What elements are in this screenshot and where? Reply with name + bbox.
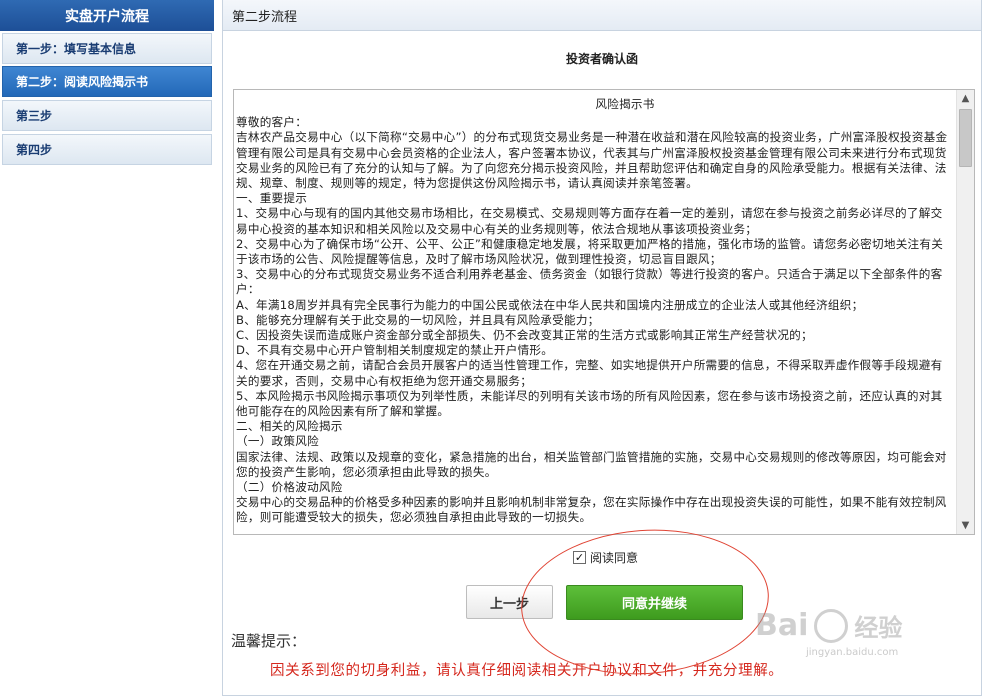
sidebar: 实盘开户流程 第一步：填写基本信息 第二步：阅读风险揭示书 第三步 第四步 — [0, 0, 214, 168]
risk-paragraph: A、年满18周岁并具有完全民事行为能力的中国公民或依法在中华人民共和国境内注册成… — [236, 297, 864, 312]
risk-paragraph: （一）政策风险 — [236, 434, 319, 449]
risk-paragraph: 3、交易中心的分布式现货交易业务不适合利用养老基金、债务资金（如银行贷款）等进行… — [236, 267, 943, 297]
risk-paragraph: 吉林农产品交易中心（以下简称“交易中心”）的分布式现货交易业务是一种潜在收益和潜… — [236, 130, 948, 191]
risk-paragraph: 二、相关的风险揭示 — [236, 419, 343, 434]
agree-checkbox[interactable]: ✓ — [573, 551, 586, 564]
vertical-scrollbar[interactable]: ▲ ▼ — [956, 90, 974, 534]
chevron-up-icon[interactable]: ▲ — [957, 90, 974, 107]
risk-paragraph: 交易中心的交易品种的价格受多种因素的影响并且影响机制非常复杂，您在实际操作中存在… — [236, 495, 947, 525]
step-4[interactable]: 第四步 — [2, 134, 212, 165]
agree-label: 阅读同意 — [590, 551, 639, 565]
tip-label: 温馨提示： — [231, 632, 307, 650]
panel-header: 第二步流程 — [223, 0, 981, 31]
check-icon: ✓ — [574, 551, 585, 564]
step-1[interactable]: 第一步：填写基本信息 — [2, 33, 212, 64]
prev-step-button[interactable]: 上一步 — [466, 585, 553, 619]
tip-text: 因关系到您的切身利益，请认真仔细阅读相关开户协议和文件，并充分理解。 — [270, 663, 784, 679]
risk-paragraph: D、不具有交易中心开户管制相关制度规定的禁止开户情形。 — [236, 343, 554, 358]
agree-row: ✓ 阅读同意 — [573, 549, 638, 566]
risk-paragraph: 5、本风险揭示书风险揭示事项仅为列举性质，未能详尽的列明有关该市场的所有风险因素… — [236, 388, 943, 419]
scrollbar-thumb[interactable] — [959, 109, 972, 167]
risk-disclosure-box[interactable]: 风险揭示书 尊敬的客户： 吉林农产品交易中心（以下简称“交易中心”）的分布式现货… — [233, 89, 975, 535]
risk-paragraph: C、因投资失误而造成账户资金部分或全部损失、仍不会改变其正常的生活方式或影响其正… — [236, 328, 813, 343]
risk-paragraph: B、能够充分理解有关于此交易的一切风险，并且具有风险承受能力； — [236, 312, 600, 327]
step-2[interactable]: 第二步：阅读风险揭示书 — [2, 66, 212, 97]
risk-heading: 风险揭示书 — [595, 97, 655, 111]
step-3[interactable]: 第三步 — [2, 100, 212, 131]
main-panel: 第二步流程 投资者确认函 风险揭示书 尊敬的客户： 吉林农产品交易中心（以下简称… — [222, 0, 982, 696]
agree-continue-button[interactable]: 同意并继续 — [566, 585, 743, 620]
sidebar-title: 实盘开户流程 — [0, 0, 214, 31]
risk-paragraph: 2、交易中心为了确保市场“公开、公平、公正”和健康稳定地发展，将采取更加严格的措… — [236, 236, 944, 267]
risk-paragraph: 1、交易中心与现有的国内其他交易市场相比，在交易模式、交易规则等方面存在着一定的… — [236, 206, 943, 236]
risk-disclosure-text: 风险揭示书 尊敬的客户： 吉林农产品交易中心（以下简称“交易中心”）的分布式现货… — [236, 92, 954, 532]
risk-paragraph: 一、重要提示 — [236, 191, 308, 206]
risk-paragraph: 国家法律、法规、政策以及规章的变化，紧急措施的出台，相关监管部门监管措施的实施，… — [236, 449, 947, 479]
risk-paragraph: （二）价格波动风险 — [236, 480, 343, 495]
chevron-down-icon[interactable]: ▼ — [957, 517, 974, 534]
risk-paragraph: 4、您在开通交易之前，请配合会员开展客户的适当性管理工作，完整、如实地提供开户所… — [236, 358, 943, 388]
risk-paragraph: 尊敬的客户： — [236, 115, 308, 130]
confirm-title: 投资者确认函 — [565, 52, 638, 66]
